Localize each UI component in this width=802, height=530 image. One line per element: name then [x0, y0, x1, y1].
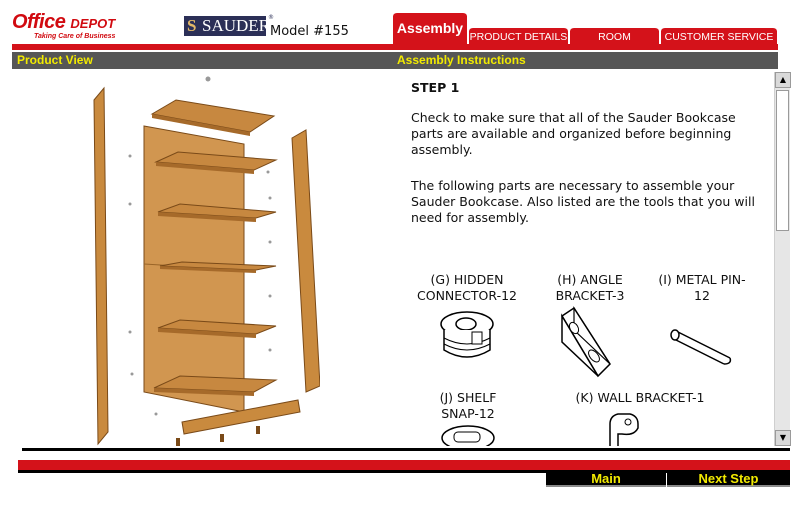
metal-pin-icon	[670, 329, 732, 365]
part-label-hidden-connector: (G) HIDDEN CONNECTOR-12	[417, 272, 517, 303]
section-header-bar: Product View Assembly Instructions	[12, 52, 778, 69]
instructions-panel[interactable]: STEP 1 Check to make sure that all of th…	[400, 72, 772, 446]
instruction-paragraph-1: Check to make sure that all of the Saude…	[411, 110, 736, 157]
model-number: Model #155	[270, 24, 349, 39]
scroll-up-arrow-icon[interactable]: ▲	[775, 72, 791, 88]
footer-red-bar	[18, 460, 790, 470]
part-label-metal-pin: (I) METAL PIN-12	[658, 272, 746, 303]
sauder-brand-logo: S SAUDER	[184, 16, 270, 36]
scroll-thumb[interactable]	[776, 90, 789, 231]
shelf-snap-icon	[441, 425, 495, 446]
part-label-angle-bracket: (H) ANGLE BRACKET-3	[555, 272, 625, 303]
wall-bracket-icon	[609, 413, 639, 446]
angle-bracket-icon	[560, 305, 611, 378]
content-divider	[22, 448, 790, 451]
next-step-button[interactable]: Next Step	[667, 470, 790, 487]
instructions-scrollbar[interactable]: ▲ ▼	[774, 72, 791, 446]
step-title: STEP 1	[411, 80, 460, 95]
product-view-heading: Product View	[17, 53, 93, 67]
tab-assembly[interactable]: Assembly	[393, 12, 467, 46]
main-button[interactable]: Main	[546, 470, 666, 487]
instruction-paragraph-2: The following parts are necessary to ass…	[411, 178, 755, 225]
part-label-shelf-snap: (J) SHELF SNAP-12	[439, 390, 497, 421]
hidden-connector-icon	[440, 311, 494, 358]
assembly-instructions-heading: Assembly Instructions	[397, 53, 526, 67]
brand-name: SAUDER	[202, 16, 271, 35]
registered-mark: ®	[268, 14, 274, 21]
scroll-down-arrow-icon[interactable]: ▼	[775, 430, 791, 446]
sauder-s-mark-icon: S	[187, 16, 197, 35]
logo-word-office: Office	[12, 11, 66, 33]
header-red-rule	[12, 44, 778, 50]
logo-tagline: Taking Care of Business	[34, 33, 116, 40]
office-depot-logo[interactable]: Office DEPOT Taking Care of Business	[12, 11, 140, 40]
part-label-wall-bracket: (K) WALL BRACKET-1	[575, 390, 705, 405]
bookcase-exploded-view-image	[93, 76, 320, 446]
logo-word-depot: DEPOT	[70, 16, 116, 31]
